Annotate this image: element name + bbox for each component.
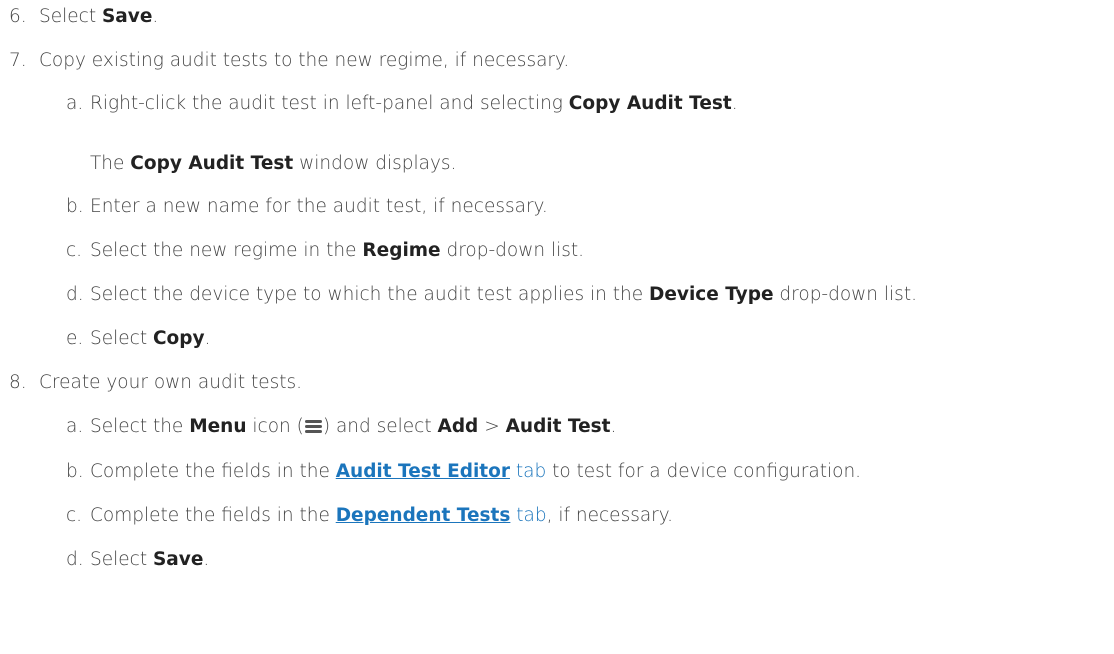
step-8c: c. Complete the fields in the Dependent T… <box>66 504 673 528</box>
ui-term: Regime <box>362 240 441 261</box>
link-tail: tab <box>509 461 547 482</box>
step-8a: a. Select the Menu icon ( ) and select Add… <box>66 415 616 439</box>
substep-letter: b. <box>66 461 84 482</box>
ui-term: Copy <box>152 328 205 349</box>
audit-test-editor-link[interactable]: Audit Test Editor tab <box>336 461 546 482</box>
step-text: window displays. <box>293 153 457 174</box>
step-text: > <box>478 416 506 437</box>
step-number: 8. <box>9 372 27 393</box>
step-7a: a. Right-click the audit test in left-pan… <box>66 92 738 116</box>
document-body: 6. Select Save. 7. Copy existing audit tes… <box>0 0 1114 654</box>
step-text: Select the new regime in the <box>90 240 363 261</box>
step-7d: d. Select the device type to which the au… <box>66 283 917 307</box>
step-text: Select <box>39 6 102 27</box>
substep-letter: e. <box>66 328 84 349</box>
substep-letter: b. <box>66 196 84 217</box>
step-text: drop-down list. <box>440 240 585 261</box>
link-label: Dependent Tests <box>335 505 511 526</box>
step-text: . <box>203 549 210 570</box>
ui-term: Copy Audit Test <box>568 93 732 114</box>
step-text: drop-down list. <box>773 284 917 305</box>
step-7c: c. Select the new regime in the Regime dr… <box>66 239 584 263</box>
link-label: Audit Test Editor <box>335 461 510 482</box>
step-text: ) and select <box>322 416 438 437</box>
step-text: . <box>731 93 738 114</box>
step-text: Select <box>90 328 153 349</box>
ui-term: Add <box>437 416 479 437</box>
step-text: The <box>90 153 131 174</box>
step-text: Complete the fields in the <box>90 505 336 526</box>
link-tail: tab <box>510 505 547 526</box>
step-text: icon ( <box>246 416 304 437</box>
ui-term: Menu <box>189 416 247 437</box>
step-text: Enter a new name for the audit test, if … <box>90 196 548 217</box>
step-7a-note: The Copy Audit Test window displays. <box>90 152 456 176</box>
step-text: , if necessary. <box>546 505 673 526</box>
ui-term: Copy Audit Test <box>130 153 294 174</box>
step-text: Select <box>90 549 153 570</box>
substep-letter: d. <box>66 284 84 305</box>
step-8: 8. Create your own audit tests. <box>9 371 302 395</box>
substep-letter: c. <box>66 240 83 261</box>
step-text: Select the device type to which the audi… <box>90 284 649 305</box>
step-7: 7. Copy existing audit tests to the new r… <box>9 49 569 73</box>
ui-term: Audit Test <box>505 416 611 437</box>
step-text: Create your own audit tests. <box>39 372 303 393</box>
ui-term: Save <box>101 6 153 27</box>
step-7e: e. Select Copy. <box>66 327 210 351</box>
step-text: . <box>610 416 617 437</box>
step-text: Right-click the audit test in left-panel… <box>90 93 569 114</box>
substep-letter: a. <box>66 416 84 437</box>
step-text: Select the <box>90 416 190 437</box>
step-text: Copy existing audit tests to the new reg… <box>39 50 570 71</box>
ui-term: Device Type <box>649 284 774 305</box>
step-7b: b. Enter a new name for the audit test, i… <box>66 195 548 219</box>
substep-letter: a. <box>66 93 84 114</box>
step-text: . <box>152 6 159 27</box>
substep-letter: d. <box>66 549 84 570</box>
dependent-tests-link[interactable]: Dependent Tests tab <box>336 505 547 526</box>
step-8b: b. Complete the fields in the Audit Test … <box>66 460 861 484</box>
step-number: 7. <box>9 50 27 71</box>
step-text: . <box>204 328 211 349</box>
ui-term: Save <box>152 549 204 570</box>
step-number: 6. <box>9 6 27 27</box>
substep-letter: c. <box>66 505 83 526</box>
step-8d: d. Select Save. <box>66 548 209 572</box>
step-6: 6. Select Save. <box>9 5 158 29</box>
hamburger-menu-icon <box>304 420 322 434</box>
step-text: to test for a device configuration. <box>546 461 862 482</box>
step-text: Complete the fields in the <box>90 461 336 482</box>
